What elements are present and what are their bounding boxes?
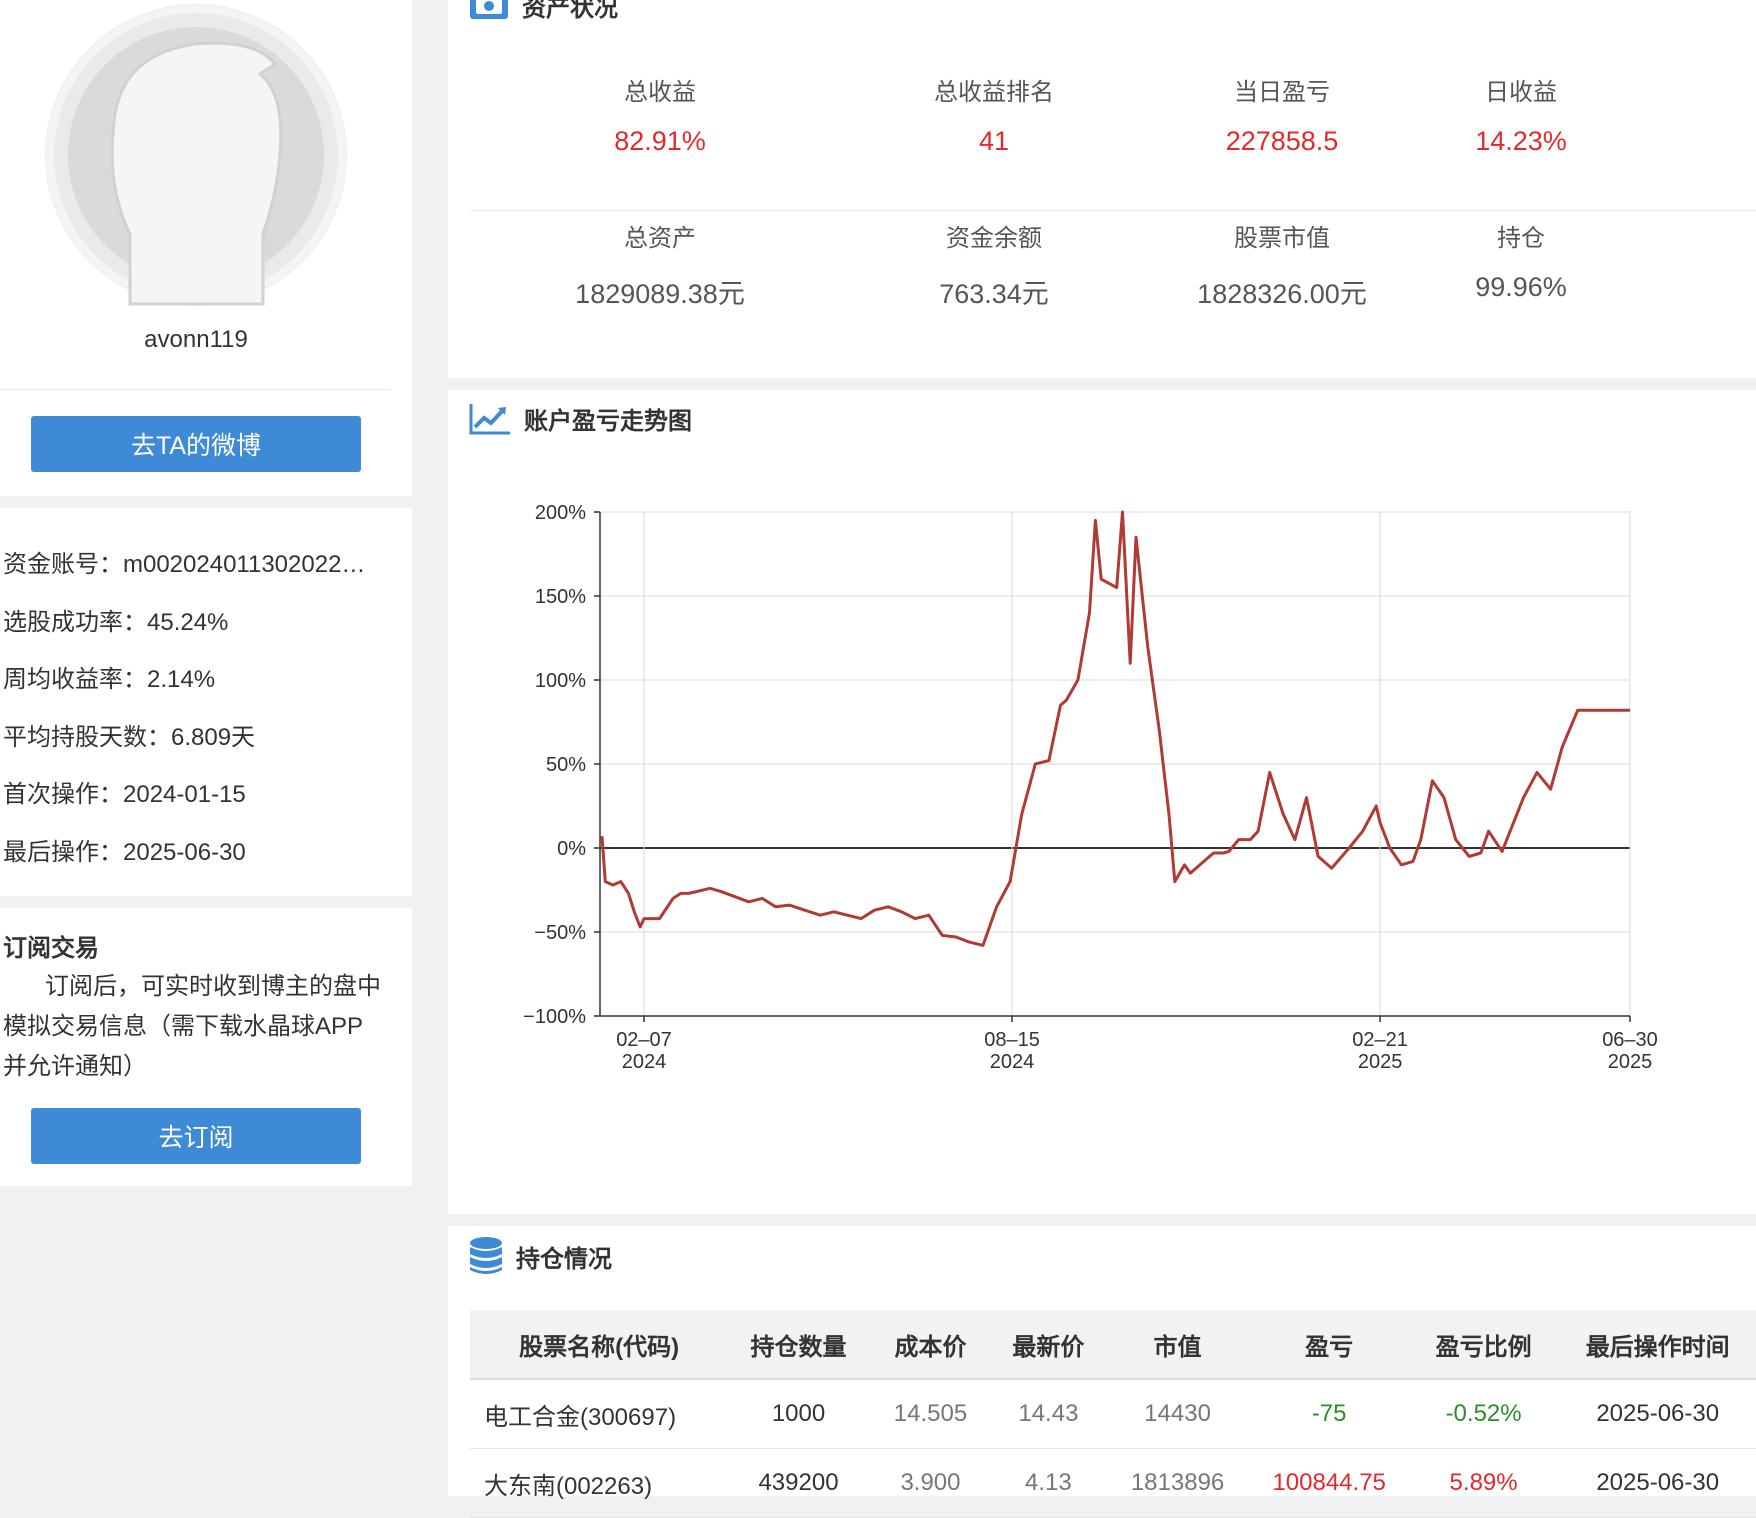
last-operation: 最后操作：2025-06-30 (3, 839, 246, 866)
column-header: 盈亏比例 (1407, 1310, 1560, 1380)
table-cell: 3.900 (868, 1448, 993, 1518)
y-tick-label: 150% (535, 586, 586, 608)
column-header: 持仓数量 (728, 1310, 869, 1380)
table-cell: 14.43 (992, 1379, 1105, 1449)
column-header: 最新价 (992, 1310, 1105, 1380)
subscribe-description: 订阅后，可实时收到博主的盘中模拟交易信息（需下载水晶球APP并允许通知） (3, 973, 381, 1080)
x-tick-year-label: 2025 (1358, 1051, 1403, 1073)
y-tick-label: 0% (557, 838, 586, 860)
database-icon (470, 1237, 502, 1274)
x-tick-year-label: 2025 (1608, 1051, 1653, 1073)
table-cell: 2025-06-30 (1559, 1448, 1756, 1518)
metric-label: 总收益 (624, 79, 696, 106)
table-cell: 1813896 (1104, 1448, 1251, 1518)
holdings-table: 股票名称(代码) 持仓数量 成本价 最新价 市值 盈亏 盈亏比例 最后操作时间 电工合金(30… (470, 1310, 1756, 1518)
stock-name-link[interactable]: 电工合金(300697) (470, 1379, 729, 1449)
holdings-title: 持仓情况 (516, 1245, 612, 1273)
table-cell: 4.13 (992, 1448, 1105, 1518)
table-cell: 100844.75 (1250, 1448, 1408, 1518)
column-header: 盈亏 (1250, 1310, 1408, 1380)
divider (0, 389, 390, 390)
table-row[interactable]: 电工合金(300697) 1000 14.505 14.43 14430 -75 -0.52… (470, 1379, 1756, 1449)
holdings-header: 持仓情况 (468, 1236, 612, 1276)
table-cell: 2025-06-30 (1559, 1379, 1756, 1449)
stats-panel: 资金账号：m002024011302022… 选股成功率：45.24% 周均收益… (0, 508, 412, 896)
username: avonn119 (144, 326, 248, 353)
trend-line-icon (469, 404, 510, 435)
asset-divider (470, 210, 1756, 211)
column-header: 市值 (1104, 1310, 1251, 1380)
account-id: 资金账号：m002024011302022… (3, 551, 366, 578)
stock-name-link[interactable]: 大东南(002263) (470, 1448, 729, 1518)
chart-header: 账户盈亏走势图 (468, 400, 692, 436)
x-tick-year-label: 2024 (990, 1051, 1034, 1073)
pnl-line-chart: 200%150%100%50%0%−50%−100%02–07202408–15… (523, 502, 1658, 1073)
weibo-button[interactable]: 去TA的微博 (31, 416, 361, 472)
metric-value: 14.23% (1475, 126, 1567, 156)
metric-label: 持仓 (1497, 225, 1545, 252)
table-cell: -75 (1250, 1379, 1408, 1449)
x-tick-label: 02–07 (616, 1029, 672, 1051)
money-icon (470, 0, 508, 19)
x-tick-label: 08–15 (984, 1029, 1040, 1051)
chart-panel: 账户盈亏走势图 200% 150% 100% 50% 0% −50% −100% 02–07 2… (448, 390, 1756, 1214)
metric-label: 总资产 (624, 225, 696, 252)
metric-label: 总收益排名 (934, 79, 1054, 106)
profile-panel: avonn119 去TA的微博 (0, 0, 412, 496)
metric-value: 82.91% (614, 126, 706, 156)
metric-label: 日收益 (1485, 79, 1557, 106)
chart-title: 账户盈亏走势图 (524, 407, 692, 435)
metric-value: 1828326.00元 (1197, 279, 1367, 309)
first-operation: 首次操作：2024-01-15 (3, 781, 246, 808)
metric-value: 763.34元 (939, 279, 1049, 309)
x-tick-label: 06–30 (1602, 1029, 1658, 1051)
subscribe-title: 订阅交易 (3, 935, 99, 962)
default-avatar-icon (46, 5, 346, 306)
column-header: 成本价 (868, 1310, 993, 1380)
metric-value: 41 (978, 126, 1010, 156)
table-cell: 14.505 (868, 1379, 993, 1449)
table-header-row: 股票名称(代码) 持仓数量 成本价 最新价 市值 盈亏 盈亏比例 最后操作时间 (470, 1310, 1756, 1380)
x-tick-label: 02–21 (1352, 1029, 1408, 1051)
asset-header: 资产状况 (468, 0, 618, 23)
subscribe-button[interactable]: 去订阅 (31, 1108, 361, 1164)
y-tick-label: −100% (523, 1006, 586, 1028)
metric-value: 99.96% (1475, 272, 1567, 302)
y-tick-label: 100% (535, 670, 586, 692)
pnl-series-line (600, 510, 1630, 947)
subscribe-panel: 订阅交易 订阅后，可实时收到博主的盘中模拟交易信息（需下载水晶球APP并允许通知… (0, 908, 412, 1186)
holdings-panel: 持仓情况 股票名称(代码) 持仓数量 成本价 最新价 市值 盈亏 盈亏比例 最后操作时间 电工… (448, 1226, 1756, 1518)
table-row[interactable]: 大东南(002263) 439200 3.900 4.13 1813896 100844.… (470, 1448, 1756, 1518)
column-header: 股票名称(代码) (470, 1310, 729, 1380)
column-header: 最后操作时间 (1559, 1310, 1756, 1380)
table-cell: 14430 (1104, 1379, 1251, 1449)
metric-label: 资金余额 (946, 225, 1042, 252)
metric-value: 1829089.38元 (575, 279, 745, 309)
table-cell: 5.89% (1407, 1448, 1560, 1518)
metric-value: 227858.5 (1225, 126, 1339, 156)
avg-hold-days: 平均持股天数：6.809天 (3, 724, 256, 751)
weekly-return: 周均收益率：2.14% (3, 666, 216, 693)
table-cell: 1000 (728, 1379, 869, 1449)
metric-label: 当日盈亏 (1234, 79, 1330, 106)
y-tick-label: 200% (535, 502, 586, 524)
asset-panel: 资产状况 总收益 82.91% 总收益排名 41 当日盈亏 227858.5 日收益 14.2… (448, 0, 1756, 378)
metric-label: 股票市值 (1234, 225, 1330, 252)
y-tick-label: 50% (546, 754, 586, 776)
asset-title: 资产状况 (522, 0, 618, 22)
x-tick-year-label: 2024 (622, 1051, 667, 1073)
table-cell: 439200 (728, 1448, 869, 1518)
table-cell: -0.52% (1407, 1379, 1560, 1449)
avatar (45, 4, 347, 306)
success-rate: 选股成功率：45.24% (3, 609, 229, 636)
y-tick-label: −50% (534, 922, 586, 944)
